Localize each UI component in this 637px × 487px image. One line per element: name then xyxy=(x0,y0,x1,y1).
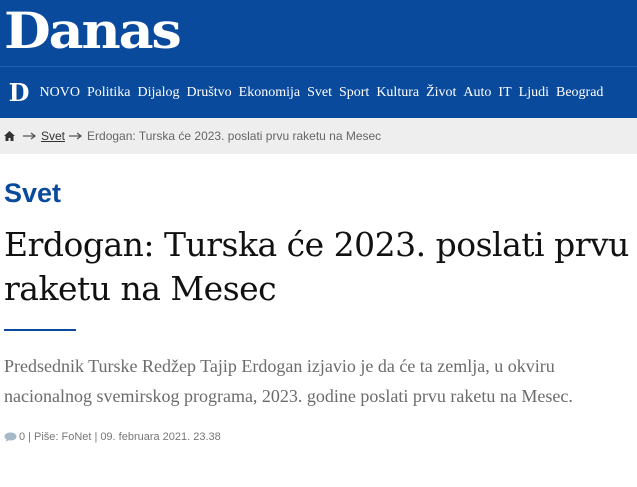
breadcrumb-current: Erdogan: Turska će 2023. poslati prvu ra… xyxy=(87,129,382,143)
nav-item-sport[interactable]: Sport xyxy=(335,85,372,101)
article-date: 09. februara 2021. 23.38 xyxy=(100,431,221,443)
article-title: Erdogan: Turska će 2023. poslati prvu ra… xyxy=(4,225,629,308)
meta-separator: | xyxy=(94,431,98,443)
article-meta: 0 | Piše: FoNet | 09. februara 2021. 23.… xyxy=(4,431,633,443)
breadcrumb: Svet Erdogan: Turska će 2023. poslati pr… xyxy=(0,118,637,154)
site-logo[interactable]: Danas xyxy=(4,0,182,62)
nav-item-zivot[interactable]: Život xyxy=(423,85,460,101)
main-nav: D NOVO Politika Dijalog Društvo Ekonomij… xyxy=(0,66,637,118)
arrow-right-icon xyxy=(23,132,37,140)
article-section-label[interactable]: Svet xyxy=(4,178,633,209)
nav-item-drustvo[interactable]: Društvo xyxy=(183,85,235,101)
nav-item-ljudi[interactable]: Ljudi xyxy=(515,85,552,101)
breadcrumb-section-link[interactable]: Svet xyxy=(41,129,65,143)
nav-item-novo[interactable]: NOVO xyxy=(36,85,83,101)
nav-logo-icon[interactable]: D xyxy=(6,78,32,107)
title-divider xyxy=(4,329,76,331)
article: Svet Erdogan: Turska će 2023. poslati pr… xyxy=(0,178,637,443)
nav-item-ekonomija[interactable]: Ekonomija xyxy=(235,85,303,101)
arrow-right-icon xyxy=(69,132,83,140)
article-author: Piše: FoNet xyxy=(33,431,92,443)
comment-count[interactable]: 0 xyxy=(19,431,25,443)
nav-item-kultura[interactable]: Kultura xyxy=(373,85,423,101)
meta-separator: | xyxy=(28,431,31,443)
nav-item-dijalog[interactable]: Dijalog xyxy=(134,85,183,101)
nav-item-auto[interactable]: Auto xyxy=(460,85,495,101)
nav-item-politika[interactable]: Politika xyxy=(83,85,134,101)
home-icon[interactable] xyxy=(4,131,15,141)
nav-item-beograd[interactable]: Beograd xyxy=(552,85,606,101)
nav-item-svet[interactable]: Svet xyxy=(304,85,336,101)
article-lead: Predsednik Turske Redžep Tajip Erdogan i… xyxy=(4,356,573,406)
masthead: Danas xyxy=(0,0,637,66)
nav-item-it[interactable]: IT xyxy=(495,85,515,101)
comment-icon[interactable] xyxy=(4,432,17,442)
